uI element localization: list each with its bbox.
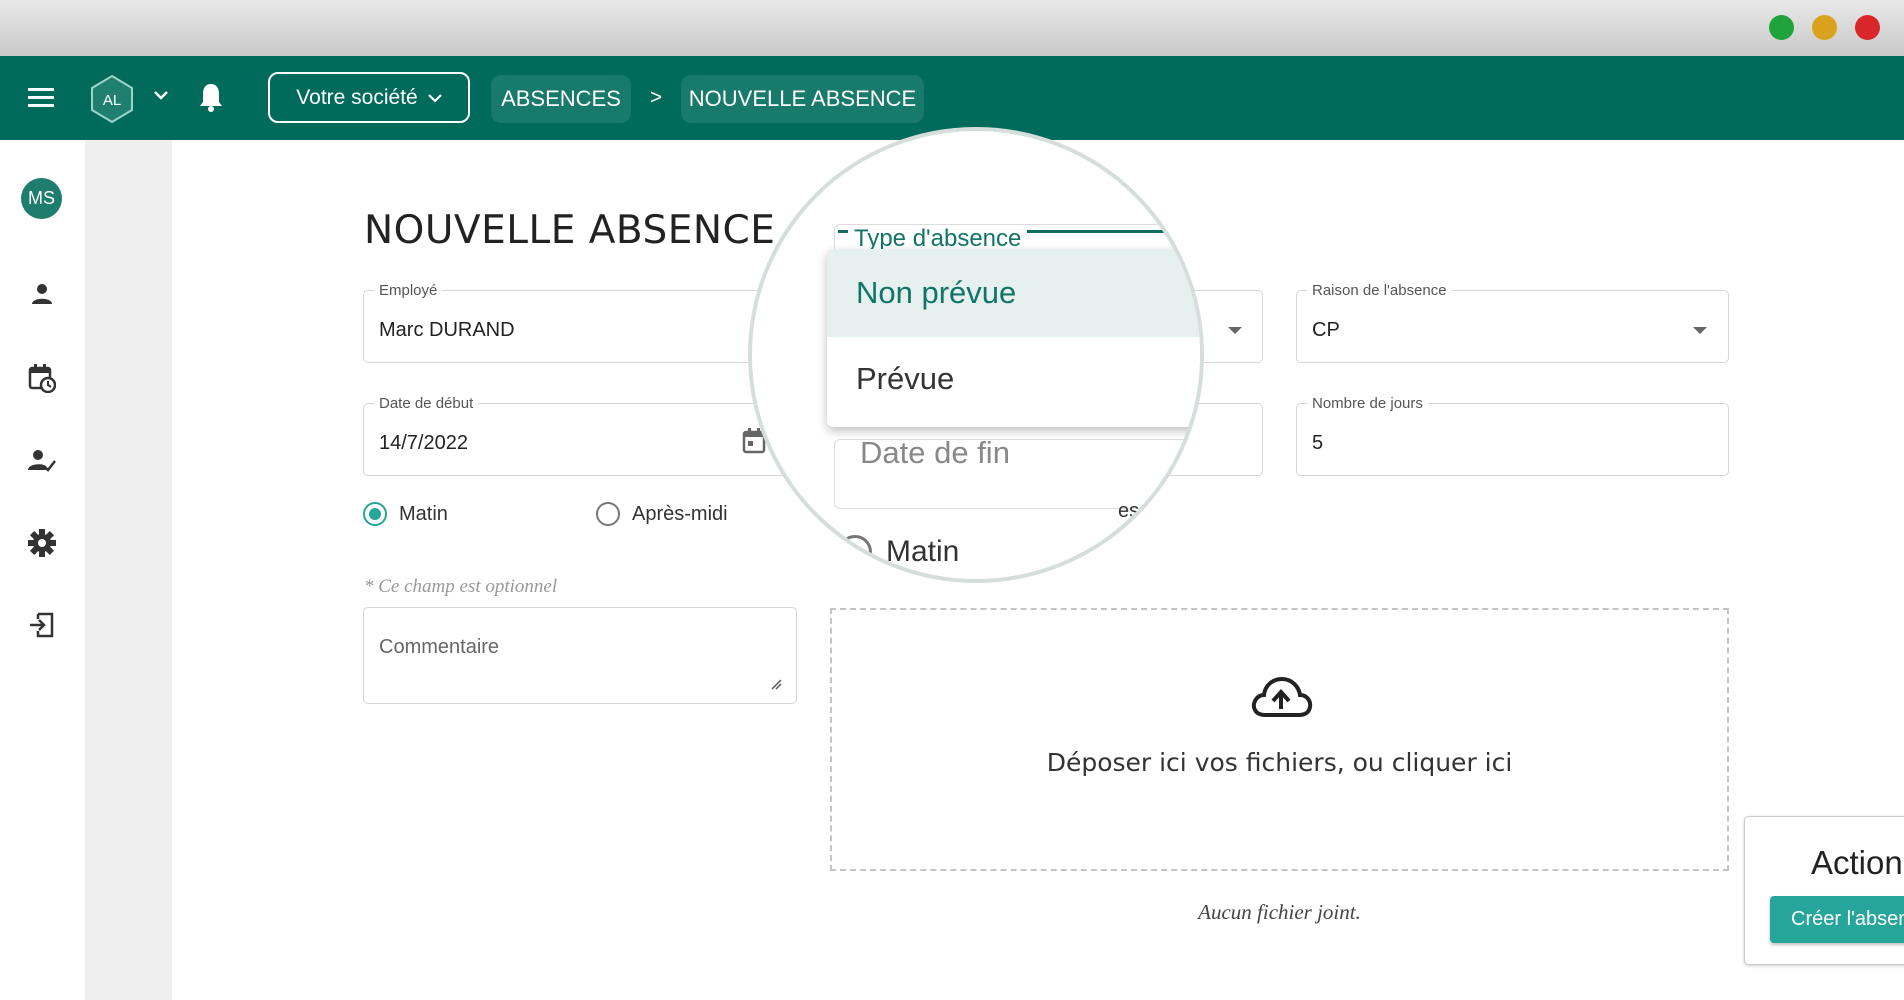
comment-textarea[interactable]: Commentaire	[363, 607, 797, 704]
action-title: Action	[1811, 844, 1903, 881]
avatar[interactable]: MS	[21, 178, 62, 219]
absence-type-menu: Non prévue Prévue	[827, 249, 1200, 427]
reason-select[interactable]: Raison de l'absence CP	[1296, 282, 1729, 363]
days-field[interactable]: Nombre de jours 5	[1296, 395, 1729, 476]
option-prevue[interactable]: Prévue	[827, 337, 1200, 427]
chevron-down-icon	[427, 93, 442, 103]
magnifier-overlay: Type d'absence Non prévue Prévue Date de…	[748, 127, 1204, 583]
end-apres-midi-label: es-midi	[1118, 500, 1183, 522]
option-non-prevue[interactable]: Non prévue	[827, 249, 1200, 337]
breadcrumb-absences[interactable]: ABSENCES	[491, 75, 631, 123]
sidebar: MS	[0, 140, 85, 1000]
start-date-label: Date de début	[374, 395, 479, 412]
sidebar-gutter	[85, 140, 172, 1000]
end-date-placeholder: Date de fin	[860, 435, 1010, 470]
chevron-down-icon[interactable]	[150, 84, 172, 106]
calendar-clock-icon[interactable]	[22, 358, 62, 398]
start-matin-radio[interactable]	[363, 502, 387, 526]
dropzone-text: Déposer ici vos fichiers, ou cliquer ici	[1046, 748, 1513, 777]
company-select-button[interactable]: Votre société	[268, 72, 470, 123]
employee-label: Employé	[374, 282, 443, 299]
days-label: Nombre de jours	[1307, 395, 1428, 412]
dropdown-arrow-icon	[1693, 327, 1707, 334]
minimize-button[interactable]	[1812, 15, 1837, 40]
dropdown-arrow-icon	[1228, 327, 1242, 334]
gear-icon[interactable]	[22, 523, 62, 563]
action-card: Action Créer l'absence	[1744, 816, 1904, 965]
person-check-icon[interactable]	[22, 440, 62, 480]
create-absence-button[interactable]: Créer l'absence	[1770, 896, 1904, 943]
breadcrumb-separator: >	[649, 86, 663, 109]
hamburger-icon[interactable]	[24, 80, 58, 114]
svg-text:AL: AL	[103, 92, 121, 109]
logout-icon[interactable]	[22, 605, 62, 645]
maximize-button[interactable]	[1769, 15, 1794, 40]
reason-label: Raison de l'absence	[1307, 282, 1452, 299]
page-title: NOUVELLE ABSENCE	[364, 208, 776, 253]
company-label: Votre société	[296, 85, 418, 109]
resize-handle-icon[interactable]	[770, 678, 782, 690]
end-matin-label: Matin	[886, 535, 960, 568]
optional-note: * Ce champ est optionnel	[364, 576, 558, 597]
no-file-text: Aucun fichier joint.	[1198, 900, 1361, 924]
breadcrumb-nouvelle-absence[interactable]: NOUVELLE ABSENCE	[681, 75, 924, 123]
employee-value: Marc DURAND	[379, 319, 515, 341]
window-titlebar	[0, 0, 1904, 56]
start-date-value: 14/7/2022	[379, 432, 468, 454]
start-matin-label: Matin	[399, 503, 448, 525]
start-apres-midi-label: Après-midi	[632, 503, 728, 525]
end-matin-radio[interactable]	[838, 535, 872, 569]
person-icon[interactable]	[22, 274, 62, 314]
start-date-field[interactable]: Date de début 14/7/2022	[363, 395, 789, 476]
days-value: 5	[1312, 432, 1324, 454]
start-apres-midi-radio[interactable]	[596, 502, 620, 526]
bell-icon[interactable]	[196, 81, 226, 113]
logo[interactable]: AL	[90, 74, 134, 124]
reason-value: CP	[1312, 319, 1340, 341]
employee-field[interactable]: Employé Marc DURAND	[363, 282, 789, 363]
file-dropzone[interactable]: Déposer ici vos fichiers, ou cliquer ici	[830, 608, 1729, 871]
close-button[interactable]	[1855, 15, 1880, 40]
comment-placeholder: Commentaire	[379, 636, 500, 658]
cloud-upload-icon	[1251, 676, 1313, 717]
